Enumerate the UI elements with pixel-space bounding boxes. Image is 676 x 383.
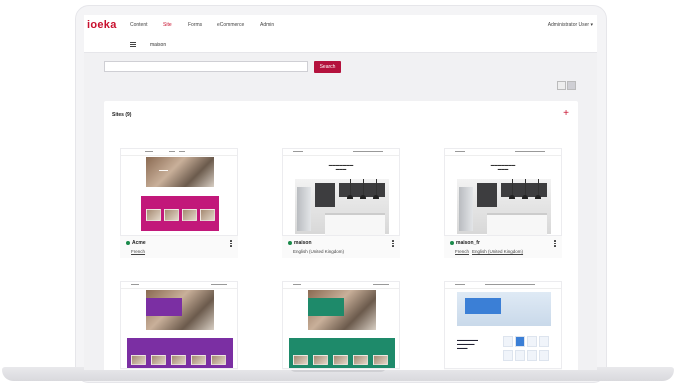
menu-icon[interactable] [130, 42, 136, 47]
site-languages: French [131, 249, 148, 254]
site-card[interactable]: ▬▬▬▬▬▬▬ ▬▬▬ maison English (United Kingdo… [282, 148, 400, 258]
site-card[interactable]: maison_no [282, 281, 400, 370]
status-dot [450, 240, 454, 245]
site-thumbnail[interactable] [282, 281, 400, 369]
language-link[interactable]: English (United Kingdom) [472, 249, 523, 254]
app-logo[interactable]: ioeka [87, 19, 117, 31]
view-toggle[interactable] [557, 81, 577, 91]
site-name[interactable]: maison [288, 240, 312, 246]
site-thumbnail[interactable]: ▬▬▬▬▬▬▬ ▬▬▬ [282, 148, 400, 236]
nav-site[interactable]: Site [163, 22, 172, 28]
app-screen: ioeka Content Site Forms eCommerce Admin… [84, 15, 597, 370]
status-dot [288, 240, 292, 245]
sub-bar: maison [84, 37, 597, 53]
site-thumbnail[interactable]: ▬▬▬▬▬▬▬ ▬▬▬ [444, 148, 562, 236]
site-name[interactable]: maison_fr [450, 240, 480, 246]
nav-admin[interactable]: Admin [260, 22, 274, 28]
site-card[interactable]: maison_de [120, 281, 238, 370]
language-link[interactable]: English (United Kingdom) [293, 249, 344, 254]
list-view-icon[interactable] [557, 81, 566, 90]
site-card[interactable]: ▬▬▬ Acme French [120, 148, 238, 258]
site-languages: French English (United Kingdom) [455, 249, 526, 254]
more-options-icon[interactable] [554, 240, 556, 248]
grid-view-icon[interactable] [567, 81, 576, 90]
nav-forms[interactable]: Forms [188, 22, 202, 28]
status-dot [126, 240, 130, 245]
user-menu[interactable]: Administrator User ▾ [548, 22, 593, 28]
nav-ecommerce[interactable]: eCommerce [217, 22, 244, 28]
site-languages: English (United Kingdom) [293, 249, 347, 254]
site-thumbnail[interactable] [120, 281, 238, 369]
more-options-icon[interactable] [230, 240, 232, 248]
nav-content[interactable]: Content [130, 22, 148, 28]
sites-panel: Sites (9) + ▬▬▬ Acme French ▬▬▬▬▬▬▬▬▬▬ [104, 101, 578, 370]
search-input[interactable] [104, 61, 308, 72]
top-nav: ioeka Content Site Forms eCommerce Admin… [84, 15, 597, 38]
plus-icon[interactable]: + [563, 109, 569, 119]
breadcrumb[interactable]: maison [150, 42, 166, 48]
site-thumbnail[interactable]: ▬▬▬ [120, 148, 238, 236]
language-link[interactable]: French [131, 249, 145, 254]
search-button[interactable]: Search [314, 61, 341, 73]
site-thumbnail[interactable]: ▬▬▬▬▬▬ ▬▬▬▬▬ ▬▬▬ [444, 281, 562, 369]
site-name[interactable]: Acme [126, 240, 146, 246]
site-card[interactable]: ▬▬▬▬▬▬▬ ▬▬▬ maison_fr French English (Unit… [444, 148, 562, 258]
more-options-icon[interactable] [392, 240, 394, 248]
language-link[interactable]: French [455, 249, 469, 254]
site-card[interactable]: ▬▬▬▬▬▬▬▬▬▬▬▬▬▬ professionals [444, 281, 562, 370]
sites-title: Sites (9) [112, 112, 132, 118]
